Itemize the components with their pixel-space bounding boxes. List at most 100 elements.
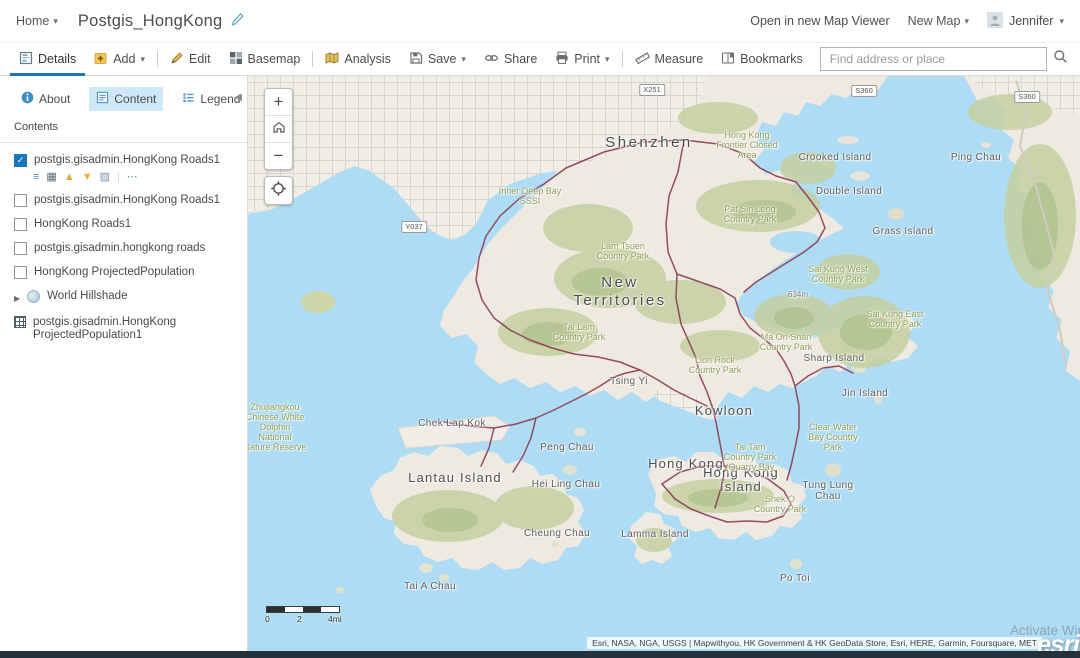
arcgis-map-viewer-window: Home ▾ Postgis_HongKong Open in new Map … bbox=[0, 0, 1080, 658]
layer-label[interactable]: postgis.gisadmin.HongKong Roads1 bbox=[34, 194, 220, 207]
globe-icon bbox=[27, 290, 40, 303]
sidebar-tabs: About Content Legend bbox=[0, 76, 247, 118]
open-in-new-map-viewer-link[interactable]: Open in new Map Viewer bbox=[750, 14, 889, 28]
layer-item[interactable]: ▶ World Hillshade bbox=[14, 290, 235, 305]
measure-button[interactable]: Measure bbox=[626, 43, 713, 76]
layer-item[interactable]: postgis.gisadmin.HongKong Roads1 bbox=[14, 194, 235, 207]
contents-heading: Contents bbox=[0, 118, 247, 143]
lay er-list: ✓ postgis.gisadmin.HongKong Roads1 ≡ ▦ ▲ ▼ ▨ | ⋯… bbox=[0, 154, 247, 342]
find-my-location-button[interactable] bbox=[264, 176, 293, 205]
analysis-icon[interactable]: ▨ bbox=[100, 172, 110, 183]
save-floppy-icon bbox=[409, 51, 423, 68]
page-title: Postgis_HongKong bbox=[78, 12, 222, 31]
add-button[interactable]: Add ▾ bbox=[85, 43, 154, 76]
scale-tick: 4mi bbox=[328, 614, 342, 624]
share-link-icon bbox=[484, 51, 499, 68]
layer-item[interactable]: HongKong ProjectedPopulation bbox=[14, 266, 235, 279]
chevron-down-icon: ▾ bbox=[605, 55, 610, 64]
edit-pencil-icon bbox=[170, 51, 184, 68]
edit-title-button[interactable] bbox=[231, 12, 245, 31]
layer-label[interactable]: HongKong ProjectedPopulation bbox=[34, 266, 194, 279]
layer-label[interactable]: postgis.gisadmin.HongKong Roads1 bbox=[34, 154, 220, 167]
search-icon bbox=[1053, 49, 1068, 69]
legend-icon bbox=[182, 91, 195, 107]
zoom-out-button[interactable]: − bbox=[265, 142, 292, 169]
actions-divider: | bbox=[117, 172, 120, 183]
layer-actions: ≡ ▦ ▲ ▼ ▨ | ⋯ bbox=[33, 172, 235, 183]
details-button[interactable]: Details bbox=[10, 43, 85, 76]
home-label: Home bbox=[16, 14, 49, 28]
zoom-in-button[interactable]: + bbox=[265, 89, 292, 115]
edit-button[interactable]: Edit bbox=[161, 43, 220, 76]
measure-ruler-icon bbox=[635, 51, 650, 68]
toolbar-divider bbox=[157, 51, 158, 67]
expand-arrow-icon[interactable]: ▶ bbox=[14, 292, 20, 305]
search-button[interactable] bbox=[1047, 49, 1074, 69]
layer-label[interactable]: HongKong Roads1 bbox=[34, 218, 131, 231]
pencil-icon bbox=[231, 12, 245, 31]
collapse-sidebar-icon[interactable]: ◀ bbox=[234, 92, 242, 103]
details-icon bbox=[19, 51, 33, 68]
details-sidebar: About Content Legend ◀ Contents ✓postgis bbox=[0, 76, 248, 658]
user-name: Jennifer bbox=[1009, 14, 1053, 28]
more-options-icon[interactable]: ⋯ bbox=[127, 172, 138, 183]
show-legend-icon[interactable]: ≡ bbox=[33, 172, 39, 183]
chevron-down-icon: ▾ bbox=[964, 17, 969, 26]
search-input[interactable] bbox=[828, 51, 1039, 67]
add-icon bbox=[94, 51, 108, 68]
layer-label[interactable]: postgis.gisadmin.hongkong roads bbox=[34, 242, 205, 255]
layer-checkbox[interactable] bbox=[14, 242, 27, 255]
chevron-down-icon: ▾ bbox=[461, 55, 466, 64]
basemap-button[interactable]: Basemap bbox=[220, 43, 310, 76]
layer-item[interactable]: HongKong Roads1 bbox=[14, 218, 235, 231]
bookmarks-button[interactable]: Bookmarks bbox=[712, 43, 812, 76]
map-area[interactable]: ShenzhenNewTerritoriesKowloonHong KongHo… bbox=[248, 76, 1080, 658]
print-button[interactable]: Print ▾ bbox=[546, 43, 618, 76]
toolbar-divider bbox=[312, 51, 313, 67]
layer-item[interactable]: postgis.gisadmin.hongkong roads bbox=[14, 242, 235, 255]
home-icon bbox=[271, 119, 287, 140]
layer-checkbox[interactable] bbox=[14, 218, 27, 231]
analysis-icon bbox=[325, 51, 339, 68]
layer-checkbox[interactable] bbox=[14, 194, 27, 207]
search-box bbox=[820, 47, 1047, 71]
map-basemap-art bbox=[248, 76, 1080, 658]
show-table-icon[interactable]: ▦ bbox=[46, 172, 56, 183]
layer-item[interactable]: ✓ postgis.gisadmin.HongKong Roads1 ≡ ▦ ▲ ▼ ▨ | ⋯ bbox=[14, 154, 235, 183]
new-map-label: New Map bbox=[908, 14, 961, 28]
scale-tick: 0 bbox=[265, 614, 270, 624]
print-icon bbox=[555, 51, 569, 68]
info-icon bbox=[21, 91, 34, 107]
tab-about[interactable]: About bbox=[14, 87, 77, 111]
home-menu[interactable]: Home ▾ bbox=[16, 14, 58, 28]
share-button[interactable]: Share bbox=[475, 43, 546, 76]
analysis-button[interactable]: Analysis bbox=[316, 43, 400, 76]
new-map-menu[interactable]: New Map ▾ bbox=[908, 14, 969, 28]
zoom-controls: + − bbox=[264, 88, 293, 170]
layer-label[interactable]: World Hillshade bbox=[47, 290, 127, 303]
tab-content[interactable]: Content bbox=[89, 87, 163, 111]
chevron-down-icon: ▾ bbox=[53, 17, 58, 26]
toolbar-divider bbox=[622, 51, 623, 67]
scale-tick: 2 bbox=[297, 614, 302, 624]
layer-label[interactable]: postgis.gisadmin.HongKong ProjectedPopul… bbox=[33, 316, 235, 342]
avatar-icon bbox=[987, 12, 1003, 31]
locate-icon bbox=[270, 180, 287, 202]
map-toolbar: Details Add ▾ Edit Basemap A bbox=[0, 42, 1080, 76]
basemap-grid-icon bbox=[229, 51, 243, 68]
bookmarks-icon bbox=[721, 51, 735, 68]
map-attribution: Esri, NASA, NGA, USGS | Mapwithyou, HK G… bbox=[587, 637, 1042, 649]
scale-bar: 0 2 4mi bbox=[266, 606, 356, 624]
user-menu[interactable]: Jennifer ▾ bbox=[987, 12, 1064, 31]
home-extent-button[interactable] bbox=[265, 115, 292, 142]
change-style-icon[interactable]: ▲ bbox=[64, 172, 75, 183]
layer-item[interactable]: postgis.gisadmin.HongKong ProjectedPopul… bbox=[14, 316, 235, 342]
chevron-down-icon: ▾ bbox=[1059, 17, 1064, 26]
layer-checkbox[interactable]: ✓ bbox=[14, 154, 27, 167]
save-button[interactable]: Save ▾ bbox=[400, 43, 475, 76]
content-icon bbox=[96, 91, 109, 107]
bottom-edge bbox=[0, 651, 1080, 658]
layer-checkbox[interactable] bbox=[14, 266, 27, 279]
filter-icon[interactable]: ▼ bbox=[82, 172, 93, 183]
chevron-down-icon: ▾ bbox=[140, 55, 145, 64]
